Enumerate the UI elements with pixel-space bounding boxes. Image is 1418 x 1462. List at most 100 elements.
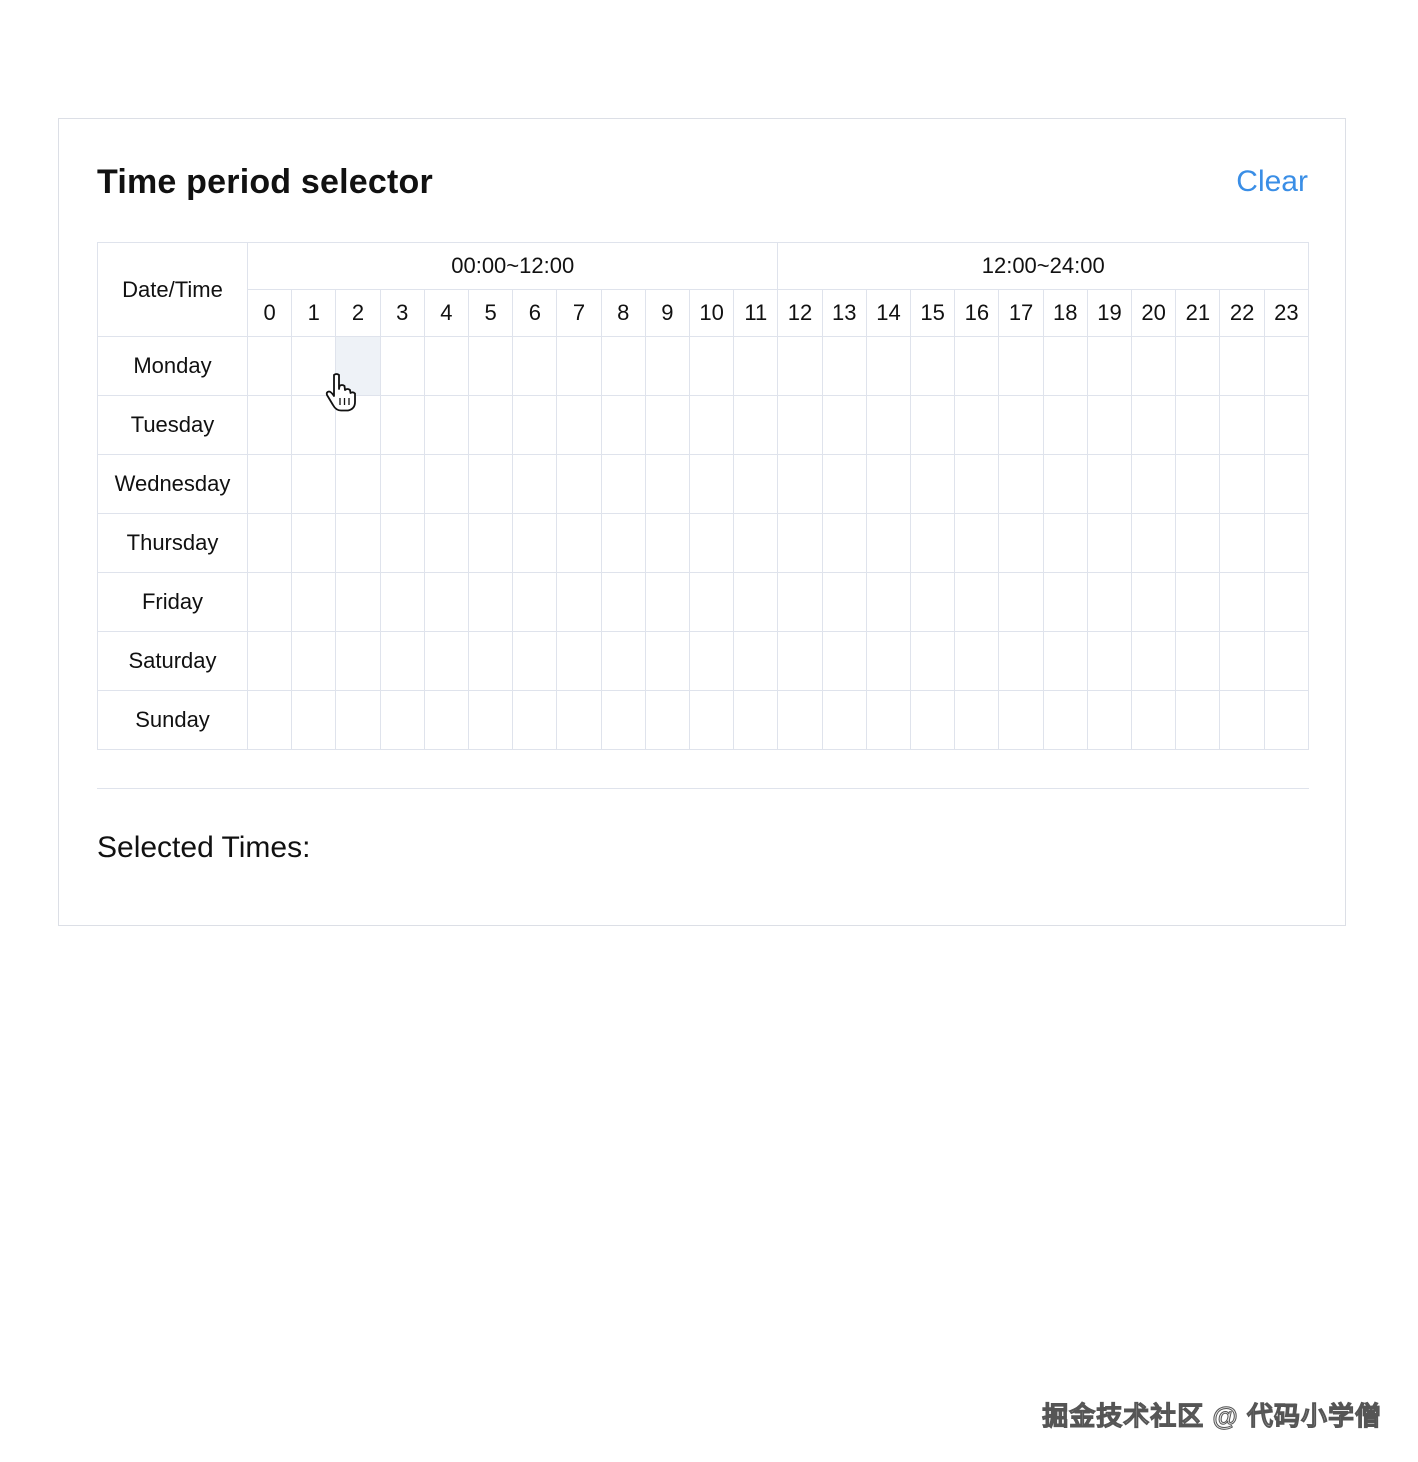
time-slot-cell[interactable] <box>777 631 823 691</box>
time-slot-cell[interactable] <box>733 631 779 691</box>
time-slot-cell[interactable] <box>821 572 867 632</box>
time-slot-cell[interactable] <box>423 513 470 573</box>
time-slot-cell[interactable] <box>1042 513 1088 573</box>
time-slot-cell[interactable] <box>689 395 735 455</box>
time-slot-cell[interactable] <box>379 454 425 514</box>
time-slot-cell[interactable] <box>1263 572 1310 632</box>
time-slot-cell[interactable] <box>423 395 470 455</box>
time-slot-cell[interactable] <box>1263 454 1310 514</box>
time-slot-cell[interactable] <box>423 454 470 514</box>
time-slot-cell[interactable] <box>246 336 293 396</box>
time-slot-cell[interactable] <box>556 572 602 632</box>
time-slot-cell[interactable] <box>689 336 735 396</box>
time-slot-cell[interactable] <box>689 513 735 573</box>
time-slot-cell[interactable] <box>1042 336 1088 396</box>
time-slot-cell[interactable] <box>998 690 1044 750</box>
time-slot-cell[interactable] <box>998 631 1044 691</box>
time-slot-cell[interactable] <box>1263 395 1310 455</box>
time-slot-cell[interactable] <box>468 513 514 573</box>
time-slot-cell[interactable] <box>556 454 602 514</box>
time-slot-cell[interactable] <box>512 513 558 573</box>
time-slot-cell[interactable] <box>512 631 558 691</box>
time-slot-cell[interactable] <box>246 572 293 632</box>
time-slot-cell[interactable] <box>335 572 381 632</box>
time-slot-cell[interactable] <box>1086 395 1133 455</box>
time-slot-cell[interactable] <box>512 395 558 455</box>
time-slot-cell[interactable] <box>1131 336 1177 396</box>
time-slot-cell[interactable] <box>1219 336 1265 396</box>
time-slot-cell[interactable] <box>954 631 1000 691</box>
time-slot-cell[interactable] <box>689 454 735 514</box>
time-slot-cell[interactable] <box>291 454 337 514</box>
time-slot-cell[interactable] <box>1219 572 1265 632</box>
time-slot-cell[interactable] <box>512 454 558 514</box>
time-slot-cell[interactable] <box>1263 631 1310 691</box>
time-slot-cell[interactable] <box>1042 631 1088 691</box>
time-slot-cell[interactable] <box>556 690 602 750</box>
time-slot-cell[interactable] <box>998 336 1044 396</box>
time-slot-cell[interactable] <box>910 690 956 750</box>
time-slot-cell[interactable] <box>1175 572 1221 632</box>
time-slot-cell[interactable] <box>821 336 867 396</box>
time-slot-cell[interactable] <box>954 513 1000 573</box>
time-slot-cell[interactable] <box>821 690 867 750</box>
time-slot-cell[interactable] <box>556 395 602 455</box>
time-slot-cell[interactable] <box>998 395 1044 455</box>
time-slot-cell[interactable] <box>291 513 337 573</box>
time-slot-cell[interactable] <box>1086 572 1133 632</box>
time-slot-cell[interactable] <box>644 690 691 750</box>
time-slot-cell[interactable] <box>1042 395 1088 455</box>
time-slot-cell[interactable] <box>1175 336 1221 396</box>
time-slot-cell[interactable] <box>379 513 425 573</box>
time-slot-cell[interactable] <box>600 631 646 691</box>
time-slot-cell[interactable] <box>291 572 337 632</box>
time-slot-cell[interactable] <box>1042 454 1088 514</box>
time-slot-cell[interactable] <box>1219 395 1265 455</box>
time-slot-cell[interactable] <box>379 690 425 750</box>
time-slot-cell[interactable] <box>644 572 691 632</box>
time-slot-cell[interactable] <box>1175 690 1221 750</box>
time-slot-cell[interactable] <box>910 513 956 573</box>
time-slot-cell[interactable] <box>910 336 956 396</box>
time-slot-cell[interactable] <box>291 631 337 691</box>
time-slot-cell[interactable] <box>1263 690 1310 750</box>
time-slot-cell[interactable] <box>1175 631 1221 691</box>
time-slot-cell[interactable] <box>379 631 425 691</box>
time-slot-cell[interactable] <box>1219 690 1265 750</box>
time-slot-cell[interactable] <box>954 395 1000 455</box>
time-slot-cell[interactable] <box>689 572 735 632</box>
time-slot-cell[interactable] <box>379 395 425 455</box>
time-slot-cell[interactable] <box>998 454 1044 514</box>
time-slot-cell[interactable] <box>644 336 691 396</box>
time-slot-cell[interactable] <box>998 513 1044 573</box>
time-slot-cell[interactable] <box>733 572 779 632</box>
time-slot-cell[interactable] <box>689 631 735 691</box>
time-slot-cell[interactable] <box>246 513 293 573</box>
time-slot-cell[interactable] <box>644 631 691 691</box>
time-slot-cell[interactable] <box>733 454 779 514</box>
time-slot-cell[interactable] <box>1219 454 1265 514</box>
time-slot-cell[interactable] <box>733 513 779 573</box>
time-slot-cell[interactable] <box>821 395 867 455</box>
time-slot-cell[interactable] <box>246 395 293 455</box>
time-slot-cell[interactable] <box>733 336 779 396</box>
time-slot-cell[interactable] <box>1219 631 1265 691</box>
time-slot-cell[interactable] <box>865 336 912 396</box>
time-slot-cell[interactable] <box>865 454 912 514</box>
time-slot-cell[interactable] <box>468 336 514 396</box>
time-slot-cell[interactable] <box>1175 513 1221 573</box>
time-slot-cell[interactable] <box>468 395 514 455</box>
time-slot-cell[interactable] <box>644 454 691 514</box>
time-slot-cell[interactable] <box>1263 513 1310 573</box>
time-slot-cell[interactable] <box>1086 454 1133 514</box>
time-slot-cell[interactable] <box>468 631 514 691</box>
time-slot-cell[interactable] <box>910 454 956 514</box>
time-slot-cell[interactable] <box>1263 336 1310 396</box>
time-slot-cell[interactable] <box>379 572 425 632</box>
time-slot-cell[interactable] <box>600 454 646 514</box>
time-slot-cell[interactable] <box>600 513 646 573</box>
time-slot-cell[interactable] <box>1086 513 1133 573</box>
time-slot-cell[interactable] <box>910 395 956 455</box>
time-slot-cell[interactable] <box>556 631 602 691</box>
time-slot-cell[interactable] <box>777 572 823 632</box>
